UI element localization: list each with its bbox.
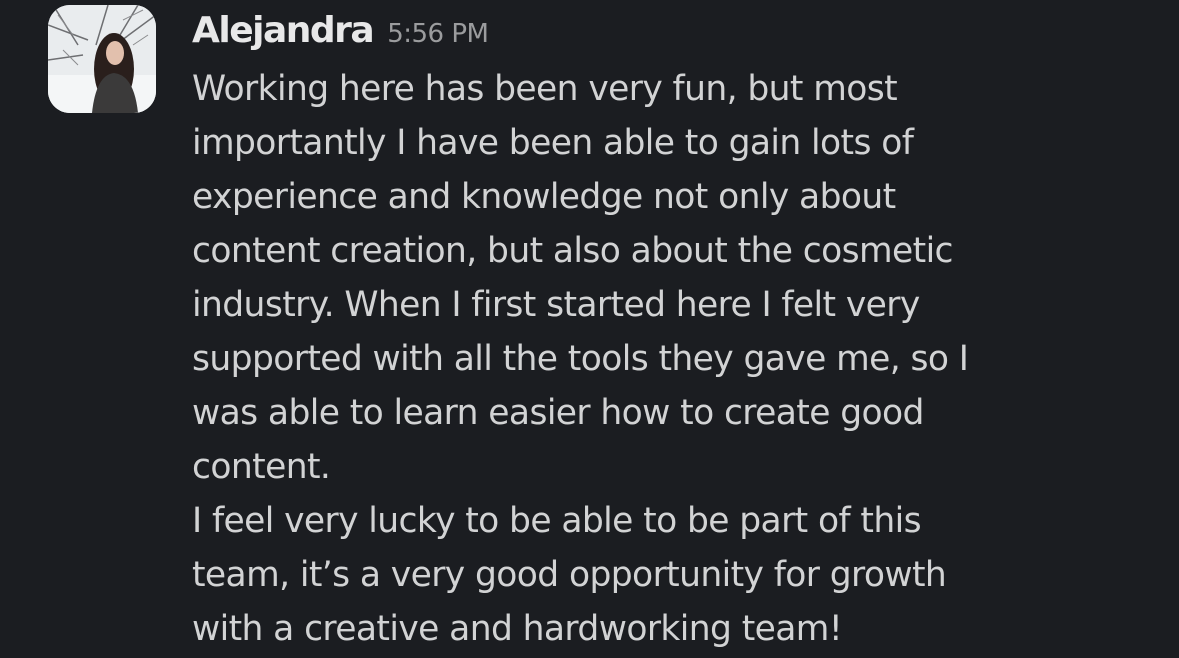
- message-line: team, it’s a very good opportunity for g…: [192, 555, 947, 595]
- chat-message: Alejandra 5:56 PM Working here has been …: [0, 0, 1179, 658]
- message-line: content.: [192, 447, 331, 487]
- author-name[interactable]: Alejandra: [192, 10, 375, 51]
- message-timestamp[interactable]: 5:56 PM: [387, 19, 489, 49]
- message-header: Alejandra 5:56 PM: [192, 10, 489, 60]
- message-line: industry. When I first started here I fe…: [192, 285, 920, 325]
- message-body: Working here has been very fun, but most…: [192, 62, 1167, 656]
- profile-photo-icon: [48, 5, 156, 113]
- avatar[interactable]: [48, 5, 156, 113]
- message-line: supported with all the tools they gave m…: [192, 339, 969, 379]
- message-line: Working here has been very fun, but most: [192, 69, 898, 109]
- message-line: I feel very lucky to be able to be part …: [192, 501, 922, 541]
- message-line: content creation, but also about the cos…: [192, 231, 954, 271]
- message-line: importantly I have been able to gain lot…: [192, 123, 914, 163]
- message-line: with a creative and hardworking team!: [192, 609, 843, 649]
- message-line: was able to learn easier how to create g…: [192, 393, 924, 433]
- message-line: experience and knowledge not only about: [192, 177, 896, 217]
